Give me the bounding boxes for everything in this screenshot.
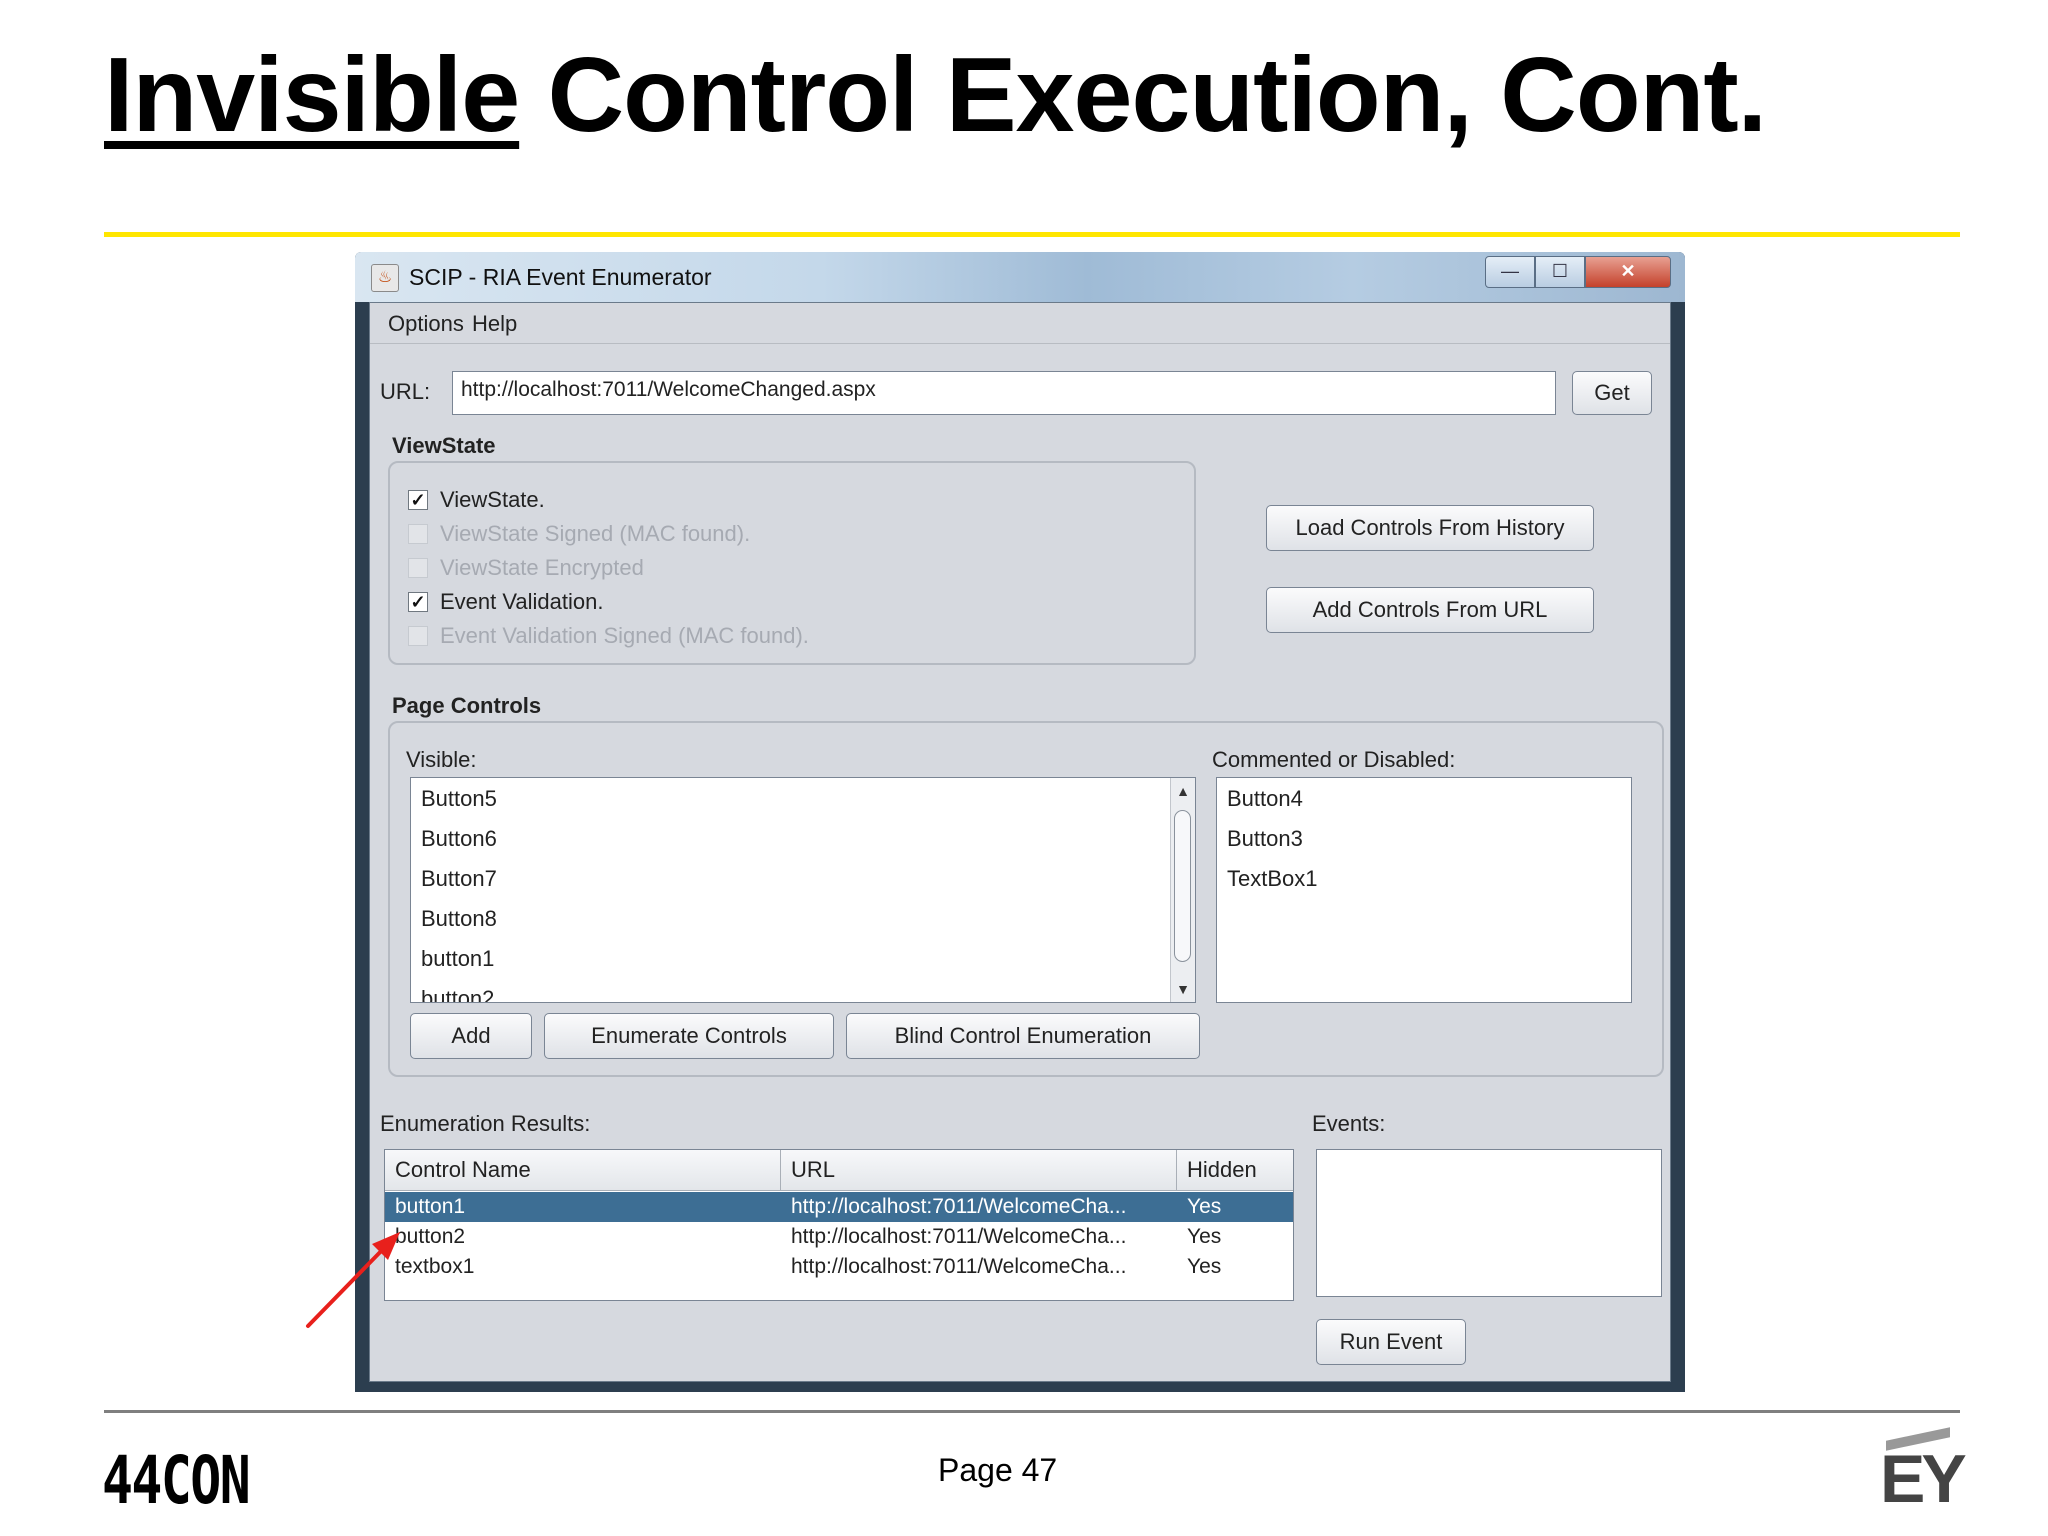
list-item[interactable]: button1 <box>421 946 494 972</box>
add-controls-from-url-button[interactable]: Add Controls From URL <box>1266 587 1594 633</box>
enumeration-results-label: Enumeration Results: <box>380 1111 591 1136</box>
slide-title-underlined: Invisible <box>104 36 520 154</box>
enumeration-results-table[interactable]: Control Name URL Hidden button1 http://l… <box>384 1149 1294 1301</box>
menu-bar: Options Help <box>370 303 1670 344</box>
list-item[interactable]: TextBox1 <box>1227 866 1318 892</box>
get-button[interactable]: Get <box>1572 371 1652 415</box>
cell-control-name: button2 <box>395 1225 466 1248</box>
table-row[interactable]: textbox1 http://localhost:7011/WelcomeCh… <box>385 1252 1293 1282</box>
commented-label: Commented or Disabled: <box>1212 747 1456 772</box>
viewstate-signed-label: ViewState Signed (MAC found). <box>440 521 751 546</box>
viewstate-signed-row: ViewState Signed (MAC found). <box>408 521 750 547</box>
cell-control-name: button1 <box>395 1195 466 1218</box>
viewstate-encrypted-label: ViewState Encrypted <box>440 555 644 580</box>
events-list[interactable] <box>1316 1149 1662 1297</box>
table-header: Control Name URL Hidden <box>385 1150 1293 1191</box>
slide-title-rest: Control Execution, Cont. <box>519 36 1768 154</box>
event-validation-checkbox[interactable]: ✓ <box>408 592 428 612</box>
close-button[interactable]: ✕ <box>1585 256 1671 288</box>
events-label: Events: <box>1312 1111 1386 1136</box>
list-item[interactable]: Button3 <box>1227 826 1303 852</box>
scrollbar-thumb[interactable] <box>1174 810 1191 962</box>
list-item[interactable]: Button8 <box>421 906 497 932</box>
cell-hidden: Yes <box>1187 1195 1222 1218</box>
visible-controls-list[interactable]: Button5 Button6 Button7 Button8 button1 … <box>410 777 1196 1003</box>
blind-control-enumeration-button[interactable]: Blind Control Enumeration <box>846 1013 1200 1059</box>
footer-divider <box>104 1410 1960 1413</box>
table-row[interactable]: button1 http://localhost:7011/WelcomeCha… <box>385 1192 1293 1222</box>
url-input[interactable]: http://localhost:7011/WelcomeChanged.asp… <box>452 371 1556 415</box>
page-controls-heading: Page Controls <box>392 693 542 718</box>
cell-url: http://localhost:7011/WelcomeCha... <box>791 1225 1127 1248</box>
cell-hidden: Yes <box>1187 1225 1222 1248</box>
44con-logo: 44CON <box>102 1442 251 1519</box>
viewstate-encrypted-checkbox <box>408 558 428 578</box>
list-item[interactable]: Button4 <box>1227 786 1303 812</box>
menu-help[interactable]: Help <box>472 311 517 337</box>
viewstate-heading: ViewState <box>392 433 496 458</box>
column-url[interactable]: URL <box>781 1150 1177 1190</box>
java-app-icon: ♨ <box>371 264 399 292</box>
table-row[interactable]: button2 http://localhost:7011/WelcomeCha… <box>385 1222 1293 1252</box>
window-controls: — ☐ ✕ <box>1485 256 1671 288</box>
commented-controls-list[interactable]: Button4 Button3 TextBox1 <box>1216 777 1632 1003</box>
app-window: ♨ SCIP - RIA Event Enumerator — ☐ ✕ Opti… <box>355 252 1685 1392</box>
slide-title: Invisible Control Execution, Cont. <box>104 39 1767 151</box>
list-item[interactable]: Button5 <box>421 786 497 812</box>
scroll-up-arrow-icon[interactable]: ▲ <box>1171 780 1195 802</box>
column-control-name[interactable]: Control Name <box>385 1150 781 1190</box>
page-number: Page 47 <box>938 1452 1058 1488</box>
add-button[interactable]: Add <box>410 1013 532 1059</box>
column-hidden[interactable]: Hidden <box>1177 1150 1293 1190</box>
run-event-button[interactable]: Run Event <box>1316 1319 1466 1365</box>
event-validation-row[interactable]: ✓ Event Validation. <box>408 589 603 615</box>
page-controls-group: Visible: Button5 Button6 Button7 Button8… <box>388 721 1664 1077</box>
event-validation-signed-row: Event Validation Signed (MAC found). <box>408 623 809 649</box>
viewstate-encrypted-row: ViewState Encrypted <box>408 555 644 581</box>
scroll-down-arrow-icon[interactable]: ▼ <box>1171 978 1195 1000</box>
viewstate-signed-checkbox <box>408 524 428 544</box>
menu-options[interactable]: Options <box>388 311 464 337</box>
window-titlebar[interactable]: ♨ SCIP - RIA Event Enumerator — ☐ ✕ <box>355 252 1685 302</box>
viewstate-checkbox[interactable]: ✓ <box>408 490 428 510</box>
enumerate-controls-button[interactable]: Enumerate Controls <box>544 1013 834 1059</box>
visible-label: Visible: <box>406 747 477 772</box>
ey-logo: EY <box>1880 1441 1967 1517</box>
list-item[interactable]: Button7 <box>421 866 497 892</box>
cell-url: http://localhost:7011/WelcomeCha... <box>791 1195 1127 1218</box>
cell-url: http://localhost:7011/WelcomeCha... <box>791 1255 1127 1278</box>
event-validation-signed-checkbox <box>408 626 428 646</box>
visible-list-scrollbar[interactable]: ▲ ▼ <box>1170 778 1195 1002</box>
event-validation-label: Event Validation. <box>440 589 604 614</box>
viewstate-checkbox-row[interactable]: ✓ ViewState. <box>408 487 545 513</box>
minimize-button[interactable]: — <box>1485 256 1535 288</box>
title-divider <box>104 232 1960 237</box>
event-validation-signed-label: Event Validation Signed (MAC found). <box>440 623 809 648</box>
list-item[interactable]: Button6 <box>421 826 497 852</box>
cell-hidden: Yes <box>1187 1255 1222 1278</box>
window-title: SCIP - RIA Event Enumerator <box>409 264 712 290</box>
list-item[interactable]: button2 <box>421 986 494 1002</box>
window-client-area: Options Help URL: http://localhost:7011/… <box>369 302 1671 1382</box>
url-label: URL: <box>380 379 431 404</box>
viewstate-group: ✓ ViewState. ViewState Signed (MAC found… <box>388 461 1196 665</box>
maximize-button[interactable]: ☐ <box>1535 256 1585 288</box>
viewstate-checkbox-label: ViewState. <box>440 487 545 512</box>
load-controls-from-history-button[interactable]: Load Controls From History <box>1266 505 1594 551</box>
annotation-arrow-icon <box>306 1232 400 1328</box>
cell-control-name: textbox1 <box>395 1255 475 1278</box>
